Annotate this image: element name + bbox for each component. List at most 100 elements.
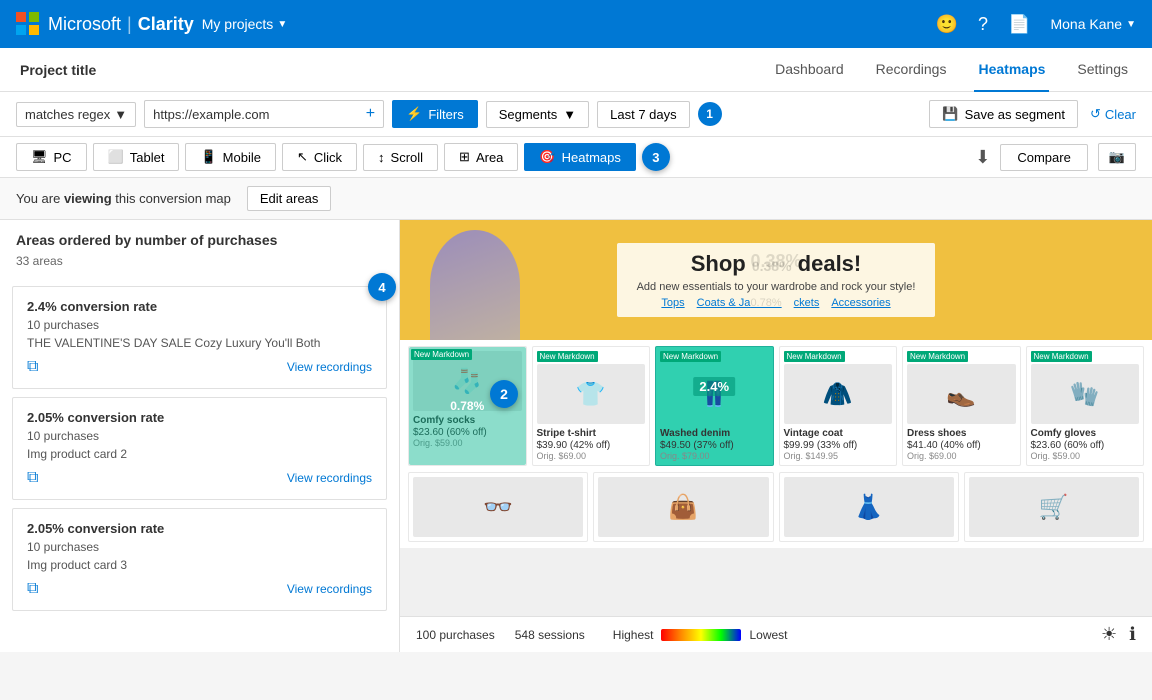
tab-recordings[interactable]: Recordings [872, 48, 951, 92]
info-circle-icon[interactable]: ℹ [1129, 624, 1136, 645]
refresh-icon: ↺ [1090, 106, 1101, 122]
area-card-2: 2.05% conversion rate 10 purchases Img p… [12, 397, 387, 500]
product-img-tshirt: 👕 [537, 364, 646, 424]
product-img-basket: 🛒 [969, 477, 1139, 537]
heatmap-panel: 0.38% Shop 0.38% deals! Add new essentia… [400, 220, 1152, 652]
product-card-glasses[interactable]: 👓 [408, 472, 588, 542]
product-card-basket[interactable]: 🛒 [964, 472, 1144, 542]
product-card-tshirt[interactable]: New Markdown 👕 Stripe t-shirt $39.90 (42… [532, 346, 651, 466]
product-card-coat[interactable]: New Markdown 🧥 Vintage coat $99.99 (33% … [779, 346, 898, 466]
product-card-denim[interactable]: New Markdown 👖 2.4% Washed denim $49.50 … [655, 346, 774, 466]
smiley-icon[interactable]: 🙂 [936, 14, 958, 35]
product-img-dress: 👗 [784, 477, 954, 537]
project-title: Project title [20, 62, 96, 78]
copy-icon-3[interactable]: ⧉ [27, 580, 38, 598]
hero-text-block: 0.38% Shop 0.38% deals! Add new essentia… [617, 243, 936, 317]
heatmap-type-click[interactable]: ↖ Click [282, 143, 357, 171]
view-recordings-link-2[interactable]: View recordings [287, 471, 372, 485]
save-segment-button[interactable]: 💾 Save as segment [929, 100, 1078, 128]
step-2-bubble: 2 [490, 380, 518, 408]
regex-select[interactable]: matches regex ▼ [16, 102, 136, 127]
badge-tshirt: New Markdown [537, 351, 598, 362]
tab-heatmaps[interactable]: Heatmaps [974, 48, 1049, 92]
add-url-button[interactable]: + [366, 105, 375, 123]
area-card-1-name: THE VALENTINE'S DAY SALE Cozy Luxury You… [27, 336, 372, 350]
product-card-gloves[interactable]: New Markdown 🧤 Comfy gloves $23.60 (60% … [1026, 346, 1145, 466]
product-card-dress[interactable]: 👗 [779, 472, 959, 542]
heatmap-content: 0.38% Shop 0.38% deals! Add new essentia… [400, 220, 1152, 616]
filter-icon: ⚡ [406, 106, 422, 122]
product-card-bag[interactable]: 👜 [593, 472, 773, 542]
product-orig-coat: Orig. $149.95 [784, 451, 893, 461]
area-card-3-name: Img product card 3 [27, 558, 372, 572]
user-chevron-icon: ▼ [1126, 19, 1136, 30]
heatmap-type-area[interactable]: ⊞ Area [444, 143, 518, 171]
camera-button[interactable]: 📷 [1098, 143, 1136, 171]
segments-button[interactable]: Segments ▼ [486, 101, 589, 128]
heatmap-type-scroll[interactable]: ↕ Scroll [363, 144, 438, 171]
highest-label: Highest [613, 628, 654, 642]
area-card-1-rate: 2.4% conversion rate [27, 299, 372, 314]
hero-link-tops[interactable]: Tops [661, 297, 684, 309]
area-card-3-purchases: 10 purchases [27, 540, 372, 554]
copy-icon-1[interactable]: ⧉ [27, 358, 38, 376]
product-name-coat: Vintage coat [784, 428, 893, 439]
product-img-glasses: 👓 [413, 477, 583, 537]
area-icon: ⊞ [459, 149, 470, 165]
mobile-icon: 📱 [200, 149, 216, 165]
secondary-navigation: Project title Dashboard Recordings Heatm… [0, 48, 1152, 92]
clear-button[interactable]: ↺ Clear [1090, 106, 1136, 122]
hero-link-accessories[interactable]: Accessories [831, 297, 890, 309]
help-icon[interactable]: ? [978, 14, 988, 35]
info-number-badge[interactable]: 1 [698, 102, 722, 126]
brightness-icon[interactable]: ☀ [1101, 624, 1117, 645]
badge-denim: New Markdown [660, 351, 721, 362]
badge-gloves: New Markdown [1031, 351, 1092, 362]
conversion-icon: 🎯 [539, 149, 555, 165]
tab-settings[interactable]: Settings [1073, 48, 1132, 92]
compare-button[interactable]: Compare [1000, 144, 1087, 171]
hero-nav-links: Tops Coats & Ja0.78% ckets Accessories [637, 297, 916, 309]
top-navigation: Microsoft | Clarity My projects ▼ 🙂 ? 📄 … [0, 0, 1152, 48]
heatmap-type-mobile[interactable]: 📱 Mobile [185, 143, 275, 171]
click-icon: ↖ [297, 149, 308, 165]
heatmap-type-tablet[interactable]: ⬜ Tablet [93, 143, 180, 171]
document-icon[interactable]: 📄 [1008, 14, 1030, 35]
product-price-tshirt: $39.90 (42% off) [537, 440, 646, 451]
heatmap-legend: Highest Lowest [613, 628, 788, 642]
heatmap-type-pc[interactable]: 🖥 PC [16, 143, 87, 171]
legend-gradient [661, 629, 741, 641]
heatmap-type-conversion[interactable]: 🎯 Heatmaps [524, 143, 635, 171]
socks-pct: 0.78% [450, 399, 484, 413]
area-card-1-purchases: 10 purchases [27, 318, 372, 332]
download-button[interactable]: ⬇ [975, 147, 990, 168]
url-input-field[interactable]: https://example.com + [144, 100, 384, 128]
chevron-down-icon: ▼ [277, 19, 287, 30]
viewing-bar: You are viewing this conversion map Edit… [0, 178, 1152, 220]
product-orig-tshirt: Orig. $69.00 [537, 451, 646, 461]
filters-button[interactable]: ⚡ Filters [392, 100, 478, 128]
user-menu[interactable]: Mona Kane ▼ [1050, 16, 1136, 32]
hero-link-jeans[interactable]: ckets [794, 297, 820, 309]
my-projects-dropdown[interactable]: My projects ▼ [202, 16, 287, 32]
area-card-2-rate: 2.05% conversion rate [27, 410, 372, 425]
date-range-button[interactable]: Last 7 days [597, 101, 690, 128]
edit-areas-button[interactable]: Edit areas [247, 186, 332, 211]
area-card-1: 2.4% conversion rate 10 purchases THE VA… [12, 286, 387, 389]
product-name-tshirt: Stripe t-shirt [537, 428, 646, 439]
product-img-shoes: 👞 [907, 364, 1016, 424]
viewing-text: You are viewing this conversion map [16, 191, 231, 206]
microsoft-logo [16, 12, 40, 36]
copy-icon-2[interactable]: ⧉ [27, 469, 38, 487]
product-img-bag: 👜 [598, 477, 768, 537]
view-recordings-link-3[interactable]: View recordings [287, 582, 372, 596]
purchases-stat: 100 purchases [416, 628, 495, 642]
view-recordings-link-1[interactable]: View recordings [287, 360, 372, 374]
hero-link-coats[interactable]: Coats & Ja0.78% [697, 297, 782, 309]
product-price-shoes: $41.40 (40% off) [907, 440, 1016, 451]
tab-dashboard[interactable]: Dashboard [771, 48, 848, 92]
product-name-denim: Washed denim [660, 428, 769, 439]
areas-subheader: 33 areas [0, 254, 399, 278]
save-icon: 💾 [942, 106, 958, 122]
product-card-shoes[interactable]: New Markdown 👞 Dress shoes $41.40 (40% o… [902, 346, 1021, 466]
